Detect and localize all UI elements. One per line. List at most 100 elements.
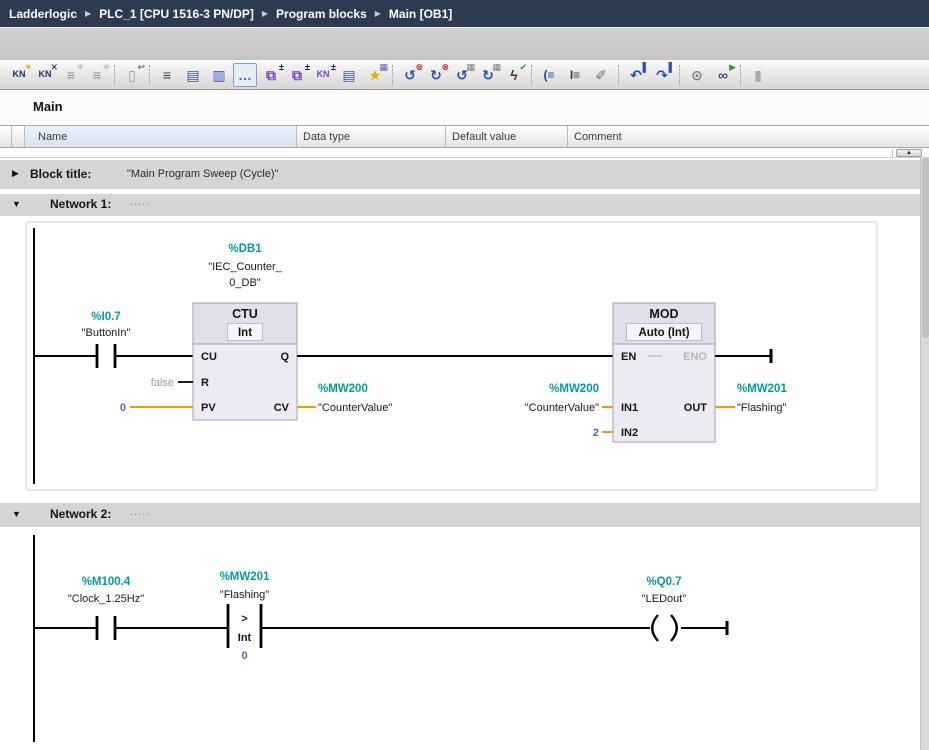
network-2-comment[interactable]: ..... [130,506,150,518]
pin-eno: ENO [683,351,707,363]
go-to-next-error-badge-icon: ⊗ [441,63,449,72]
absolute-operands-icon[interactable]: ≡ [155,63,179,87]
collapse-arrow-icon: ▲ [906,150,912,156]
favorites-badge-icon: ▦ [379,63,388,72]
modify-operand-icon[interactable]: ✐ [589,63,613,87]
jump-backward-badge-icon: ▌ [643,63,649,72]
pin-r: R [201,377,209,389]
ladder-canvas: %I0.7 "ButtonIn" %DB1 "IEC_Counter_ 0_DB… [0,158,929,750]
pin-cu: CU [201,351,217,363]
go-to-previous-error-icon[interactable]: ↺⊗ [398,63,422,87]
expand-networks-icon[interactable]: ▤ [337,63,361,87]
operand-name[interactable]: "LEDout" [642,593,687,605]
expand-box-parameters-icon[interactable]: ⧉± [259,63,283,87]
expand-box-parameters-badge-icon: ± [279,63,284,72]
breadcrumb-main-ob1[interactable]: Main [OB1] [389,7,452,21]
operand-name[interactable]: "Clock_1.25Hz" [68,593,144,605]
favorites-icon[interactable]: ★▦ [363,63,387,87]
collapse-interface-button[interactable]: ▲ [896,149,922,157]
scrollbar-thumb[interactable] [922,158,929,338]
header-name[interactable]: Name [25,126,297,147]
collapse-box-parameters-icon[interactable]: ⧉± [285,63,309,87]
search-in-call-structure-icon[interactable]: ⊙ [685,63,709,87]
monitor-selection-icon[interactable]: I≡ [563,63,587,87]
jump-forward-icon[interactable]: ↷▌ [650,63,674,87]
pin-in1: IN1 [621,402,638,414]
ctu-type[interactable]: Int [238,327,252,339]
update-block-calls-icon[interactable]: ↺▦ [450,63,474,87]
network-1-header[interactable]: ▼ Network 1: ..... [0,194,920,216]
operand-address[interactable]: %I0.7 [91,311,120,323]
db-instance-name[interactable]: "IEC_Counter_ [208,261,282,273]
insert-row-after-badge-icon: ✳ [102,63,110,72]
insert-row-before-badge-icon: ✳ [76,63,84,72]
operand-address[interactable]: %MW201 [737,383,787,395]
compare-value[interactable]: 0 [241,650,247,662]
header-data-type[interactable]: Data type [297,126,446,147]
block-title-row[interactable]: ▶ Block title: "Main Program Sweep (Cycl… [0,160,920,189]
insert-network-icon[interactable]: KN✶ [7,63,31,87]
r-input-value[interactable]: false [151,377,174,389]
breadcrumb-program-blocks[interactable]: Program blocks [276,7,367,21]
pin-pv: PV [201,402,216,414]
insert-row-before-icon[interactable]: ≡✳ [59,63,83,87]
compare-type[interactable]: Int [238,632,252,644]
network-overview-icon[interactable]: ▤ [181,63,205,87]
operand-address[interactable]: %MW200 [549,383,599,395]
consistency-check-badge-icon: ✔ [519,63,527,72]
db-instance-address[interactable]: %DB1 [228,243,262,255]
test-with-glasses-icon[interactable]: ∞▶ [711,63,735,87]
operand-name[interactable]: "Flashing" [220,589,269,601]
compare-contact[interactable]: %MW201 "Flashing" > Int 0 [220,571,270,662]
operand-address[interactable]: %MW200 [318,383,368,395]
ctu-block[interactable]: CTU Int CU R PV Q CV [193,303,297,420]
network-1-comment[interactable]: ..... [130,196,150,208]
consistency-check-icon[interactable]: ϟ✔ [502,63,526,87]
mod-type[interactable]: Auto (Int) [638,327,689,339]
ctu-title: CTU [232,307,258,321]
breadcrumb-plc[interactable]: PLC_1 [CPU 1516-3 PN/DP] [99,7,254,21]
interface-collapse-strip: ▲ [0,148,929,158]
operand-name[interactable]: "ButtonIn" [82,327,131,339]
insert-row-after-icon[interactable]: ≡✳ [85,63,109,87]
block-tab-row: Main [0,90,929,125]
in2-input-value[interactable]: 2 [593,427,599,439]
block-title-value[interactable]: "Main Program Sweep (Cycle)" [127,168,278,180]
header-default-value[interactable]: Default value [446,126,568,147]
pv-input-value[interactable]: 0 [120,402,126,414]
header-comment[interactable]: Comment [568,126,929,147]
collapse-down-icon[interactable]: ▼ [12,200,21,209]
operand-name[interactable]: "Flashing" [737,402,786,414]
monitoring-on-off-icon[interactable]: (≡ [537,63,561,87]
operand-name[interactable]: "CounterValue" [525,402,599,414]
pin-cv: CV [274,402,290,414]
collapse-networks-icon[interactable]: KN± [311,63,335,87]
header-blank-cell [0,126,12,147]
jump-backward-icon[interactable]: ↶▌ [624,63,648,87]
collapse-down-icon[interactable]: ▼ [12,510,21,519]
go-to-previous-error-badge-icon: ⊗ [415,63,423,72]
synchronize-block-icon[interactable]: ↻▦ [476,63,500,87]
compare-operator[interactable]: > [241,613,247,625]
breadcrumb-arrow-icon: ▶ [375,9,381,18]
toolbar-separator [114,65,115,85]
data-block-icon[interactable]: ▮ [746,63,770,87]
tia-lad-editor: Ladderlogic ▶ PLC_1 [CPU 1516-3 PN/DP] ▶… [0,0,929,750]
operand-address[interactable]: %M100.4 [82,576,131,588]
mod-block[interactable]: MOD Auto (Int) EN ENO IN1 IN2 OUT [613,303,715,442]
network-comments-icon[interactable]: … [233,63,257,87]
breadcrumb-project[interactable]: Ladderlogic [9,7,77,21]
db-instance-name[interactable]: 0_DB" [229,277,261,289]
output-coil[interactable]: %Q0.7 "LEDout" [642,576,687,641]
reset-start-values-icon[interactable]: ▯↩ [120,63,144,87]
expand-right-icon[interactable]: ▶ [12,169,19,178]
go-to-next-error-icon[interactable]: ↻⊗ [424,63,448,87]
operand-address[interactable]: %MW201 [220,571,270,583]
vertical-scrollbar[interactable] [920,158,929,750]
operand-name[interactable]: "CounterValue" [318,402,392,414]
network-sequence-icon[interactable]: ▥ [207,63,231,87]
delete-network-icon[interactable]: KN✕ [33,63,57,87]
collapse-networks-badge-icon: ± [331,63,336,72]
operand-address[interactable]: %Q0.7 [646,576,681,588]
network-2-header[interactable]: ▼ Network 2: ..... [0,503,920,527]
